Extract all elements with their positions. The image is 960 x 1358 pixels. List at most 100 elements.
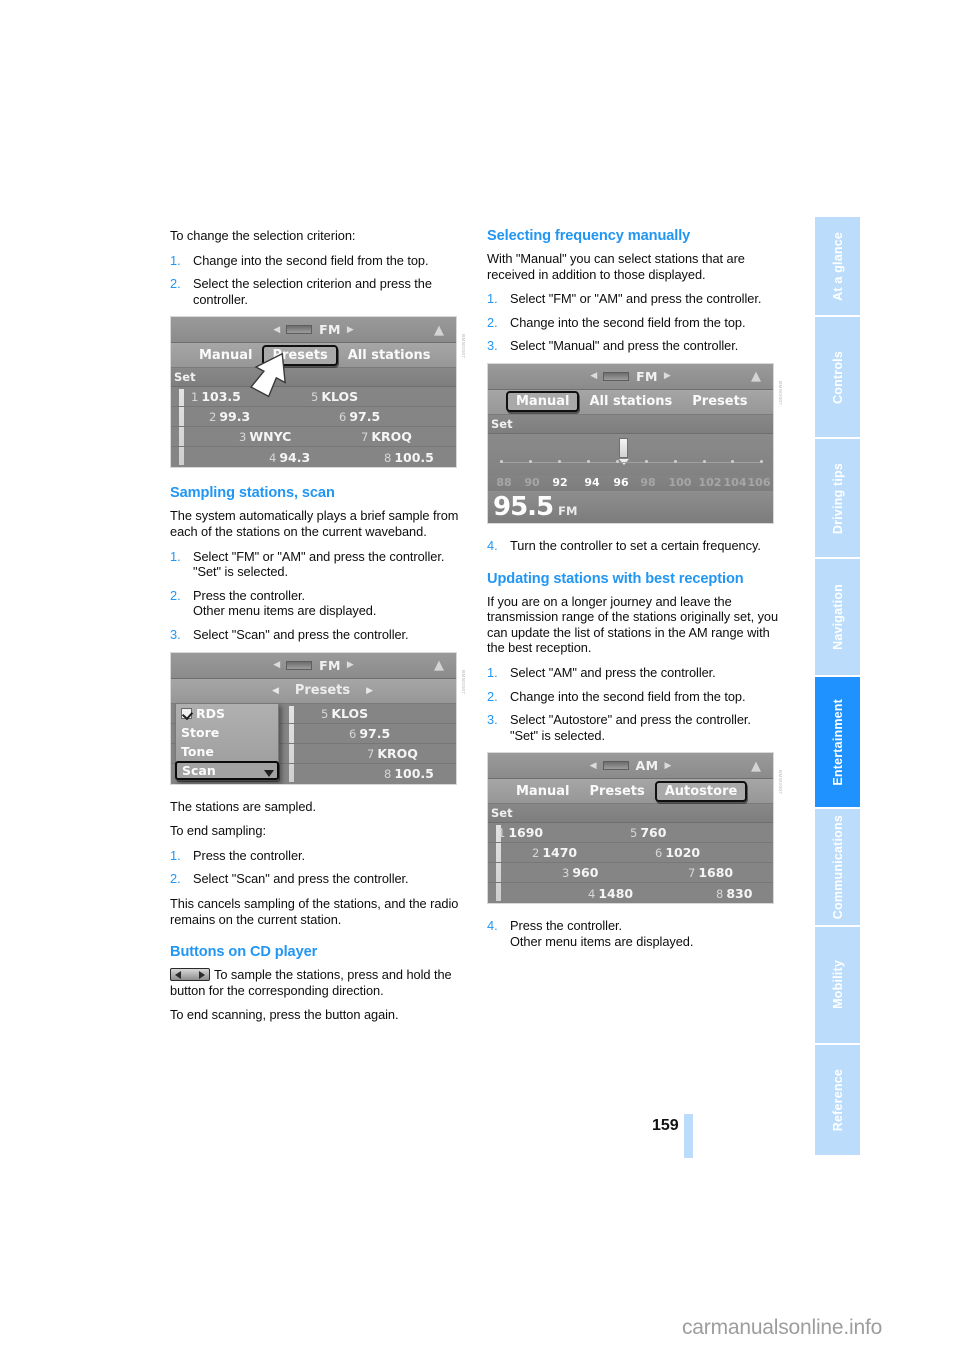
cd-button-text: To sample the stations, press and hold t… [170, 967, 452, 998]
preset-cell: 5 760 [630, 825, 667, 841]
preset-row: 2 1470 6 1020 [488, 843, 773, 864]
end-sampling-paragraph: To end sampling: [170, 823, 266, 839]
cancel-note-paragraph: This cancels sampling of the stations, a… [170, 895, 459, 927]
figure-scan-screen: ◀ FM ▶ ▲ ◀ Presets ▶ 5 KLOS 6 97.5 7 KRO… [170, 651, 466, 785]
sidebar-tab-reference[interactable]: Reference [815, 1044, 860, 1155]
step-item: 2. Select the selection criterion and pr… [170, 276, 465, 307]
preset-cell: 8 830 [716, 885, 753, 901]
preset-cell: 2 99.3 [209, 409, 251, 425]
band-label: FM [636, 368, 658, 384]
preset-cell: 7 KROQ [367, 745, 418, 761]
step-text: Select "Scan" and press the controller. [193, 871, 409, 887]
menu-item-presets[interactable]: Presets [579, 784, 654, 799]
figure-manual-tuner-screen: ◀ FM ▶ ▲ Manual All stations Presets Set [487, 362, 783, 524]
step-text: Change into the second field from the to… [510, 314, 746, 330]
checkbox-icon[interactable] [181, 707, 192, 719]
steps-updating-stations: 1. Select "AM" and press the controller.… [487, 665, 782, 743]
menu-item-presets-selected[interactable]: Presets [262, 344, 338, 366]
stations-sampled-paragraph: The stations are sampled. [170, 798, 316, 814]
step-subtext: "Set" is selected. [193, 564, 288, 580]
cd-end-paragraph: To end scanning, press the button again. [170, 1007, 399, 1023]
prev-arrow-icon: ◀ [273, 660, 281, 671]
step-number: 3. [170, 626, 181, 642]
step-text: Select "AM" and press the controller. [510, 664, 716, 680]
device-screenshot: ◀ FM ▶ ▲ Manual All stations Presets Set [487, 362, 774, 524]
tick-label: 92 [552, 475, 568, 489]
preset-cell: 5 KLOS [311, 389, 359, 405]
sidebar-tab-label: Reference [830, 1068, 845, 1132]
preset-cell: 4 94.3 [269, 449, 311, 465]
sidebar-tab-label: Entertainment [830, 698, 845, 786]
step-item: 3. Select "Scan" and press the controlle… [170, 627, 465, 643]
step-item: 1. Press the controller. [170, 848, 465, 864]
screen-menu-row: Manual All stations Presets [488, 389, 773, 415]
sidebar-tab-communications[interactable]: Communications [815, 808, 860, 925]
sidebar-tab-controls[interactable]: Controls [815, 317, 860, 438]
heading-updating-stations: Updating stations with best reception [487, 570, 744, 587]
screen-top-bar: ◀ FM ▶ ▲ [488, 363, 773, 390]
menu-item-manual[interactable]: Manual [506, 784, 579, 799]
sidebar-tab-at-a-glance[interactable]: At a glance [815, 217, 860, 316]
screen-top-bar: ◀ FM ▶ ▲ [171, 652, 456, 679]
step-subtext: Other menu items are displayed. [193, 603, 377, 619]
step-text: Select "Autostore" and press the control… [510, 712, 751, 728]
sidebar-tab-label: Driving tips [830, 462, 845, 534]
source-icon [603, 371, 630, 381]
menu-item-presets[interactable]: Presets [285, 683, 360, 698]
popup-item-rds[interactable]: RDS [176, 704, 278, 723]
sidebar-tab-mobility[interactable]: Mobility [815, 926, 860, 1043]
step-number: 2. [170, 871, 181, 887]
left-arrow-icon: ◀ [271, 685, 279, 696]
step-item: 3. Select "Autostore" and press the cont… [487, 712, 782, 743]
step-item: 4. Press the controller. Other menu item… [487, 918, 782, 949]
step-item: 3. Select "Manual" and press the control… [487, 338, 782, 354]
next-arrow-icon: ▶ [664, 760, 672, 771]
menu-item-manual[interactable]: Manual [189, 348, 262, 363]
step-text: Select "FM" or "AM" and press the contro… [193, 548, 445, 564]
tick-label: 94 [584, 475, 600, 489]
preset-list: 1 103.5 5 KLOS 2 99.3 6 97.5 3 WNYC 7 KROQ 4 94… [171, 387, 456, 468]
band-label: FM [319, 657, 341, 673]
tuner-needle[interactable] [619, 437, 629, 465]
figure-autostore-screen: ◀ AM ▶ ▲ Manual Presets Autostore Set 11… [487, 752, 783, 905]
page-number: 159 [652, 1117, 679, 1134]
popup-item-scan-selected[interactable]: Scan [175, 760, 279, 780]
steps-manual-frequency: 1. Select "FM" or "AM" and press the con… [487, 291, 782, 354]
band-label: FM [319, 322, 341, 338]
preset-cell: 4 1480 [588, 885, 634, 901]
menu-item-presets[interactable]: Presets [682, 394, 757, 409]
preset-row: 2 99.3 6 97.5 [171, 407, 456, 428]
tick-label: 102 [698, 475, 722, 489]
popup-item-store[interactable]: Store [176, 723, 278, 742]
context-popup-menu: RDS Store Tone Scan [175, 702, 279, 781]
preset-row: 4 1480 8 830 [488, 883, 773, 903]
menu-item-all-stations[interactable]: All stations [338, 348, 441, 363]
tuner-tick-labels: 88 90 92 94 96 98 100 102 104 106 [488, 475, 773, 491]
preset-cell: 7 1680 [688, 865, 734, 881]
updating-intro-paragraph: If you are on a longer journey and leave… [487, 593, 779, 656]
screen-top-bar: ◀ AM ▶ ▲ [488, 753, 773, 780]
popup-item-tone[interactable]: Tone [176, 742, 278, 761]
popup-item-label: RDS [196, 705, 226, 721]
menu-item-autostore-selected[interactable]: Autostore [654, 780, 748, 802]
preset-row: 1 1690 5 760 [488, 823, 773, 844]
preset-cell: 6 97.5 [339, 409, 381, 425]
tick-label: 90 [524, 475, 540, 489]
sidebar-tab-navigation[interactable]: Navigation [815, 559, 860, 676]
sidebar-tab-driving-tips[interactable]: Driving tips [815, 439, 860, 558]
sidebar-tab-label: Mobility [830, 960, 845, 1010]
heading-buttons-cd-player: Buttons on CD player [170, 944, 318, 961]
step-item: 1. Change into the second field from the… [170, 253, 465, 269]
menu-item-manual-selected[interactable]: Manual [506, 391, 580, 413]
step-subtext: Other menu items are displayed. [510, 933, 694, 949]
sidebar-tab-entertainment[interactable]: Entertainment [815, 677, 860, 807]
menu-item-all-stations[interactable]: All stations [579, 394, 682, 409]
step-text: Select "Manual" and press the controller… [510, 338, 739, 354]
tick-label: 106 [747, 475, 771, 489]
screen-menu-row: ◀ Presets ▶ [171, 678, 456, 704]
band-label: AM [635, 758, 659, 774]
seek-rocker-button-icon [170, 968, 210, 982]
preset-cell: 3 960 [562, 865, 599, 881]
tuner-scale[interactable] [488, 433, 773, 476]
step-number: 4. [487, 918, 498, 934]
